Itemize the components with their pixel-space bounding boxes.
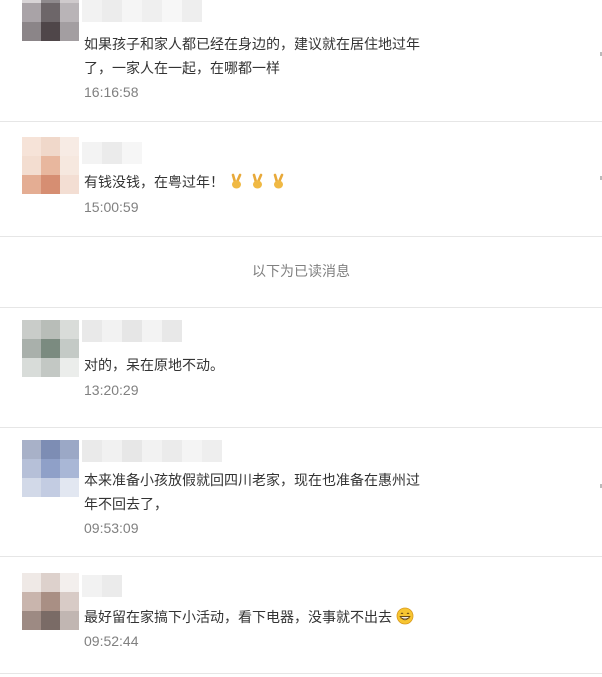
- avatar[interactable]: [22, 0, 80, 42]
- list-item: 最好留在家搞下小活动，看下电器，没事就不出去 09:52:44: [0, 557, 602, 674]
- victory-hand-icon: [249, 173, 266, 197]
- message-text: 最好留在家搞下小活动，看下电器，没事就不出去: [84, 605, 504, 632]
- message-text-content: 有钱没钱，在粤过年！: [84, 174, 224, 190]
- victory-hand-icon: [228, 173, 245, 197]
- message-time: 09:52:44: [84, 633, 139, 649]
- message-text: 有钱没钱，在粤过年！: [84, 170, 504, 197]
- avatar[interactable]: [22, 440, 80, 498]
- avatar[interactable]: [22, 137, 80, 195]
- message-time: 15:00:59: [84, 199, 139, 215]
- message-text: 如果孩子和家人都已经在身边的，建议就在居住地过年了，一家人在一起，在哪都一样: [84, 36, 420, 76]
- list-item: 对的，呆在原地不动。 13:20:29: [0, 308, 602, 428]
- message-text: 对的，呆在原地不动。: [84, 357, 224, 373]
- message-text: 本来准备小孩放假就回四川老家，现在也准备在惠州过年不回去了，: [84, 472, 420, 512]
- read-divider: 以下为已读消息: [0, 237, 602, 308]
- avatar[interactable]: [22, 320, 80, 378]
- message-time: 13:20:29: [84, 382, 139, 398]
- message-time: 16:16:58: [84, 84, 139, 100]
- avatar[interactable]: [22, 573, 80, 631]
- list-item: 如果孩子和家人都已经在身边的，建议就在居住地过年了，一家人在一起，在哪都一样 1…: [0, 0, 602, 122]
- username-blurred[interactable]: [82, 0, 202, 22]
- grinning-face-icon: [396, 607, 414, 632]
- list-item: 本来准备小孩放假就回四川老家，现在也准备在惠州过年不回去了， 09:53:09: [0, 428, 602, 557]
- username-blurred[interactable]: [82, 142, 142, 164]
- victory-hand-icon: [270, 173, 287, 197]
- username-blurred[interactable]: [82, 575, 122, 597]
- username-blurred[interactable]: [82, 440, 222, 462]
- comment-feed: 如果孩子和家人都已经在身边的，建议就在居住地过年了，一家人在一起，在哪都一样 1…: [0, 0, 602, 677]
- message-text-content: 最好留在家搞下小活动，看下电器，没事就不出去: [84, 609, 392, 625]
- username-blurred[interactable]: [82, 320, 182, 342]
- message-time: 09:53:09: [84, 520, 139, 536]
- list-item: 有钱没钱，在粤过年！ 15:00:59: [0, 122, 602, 237]
